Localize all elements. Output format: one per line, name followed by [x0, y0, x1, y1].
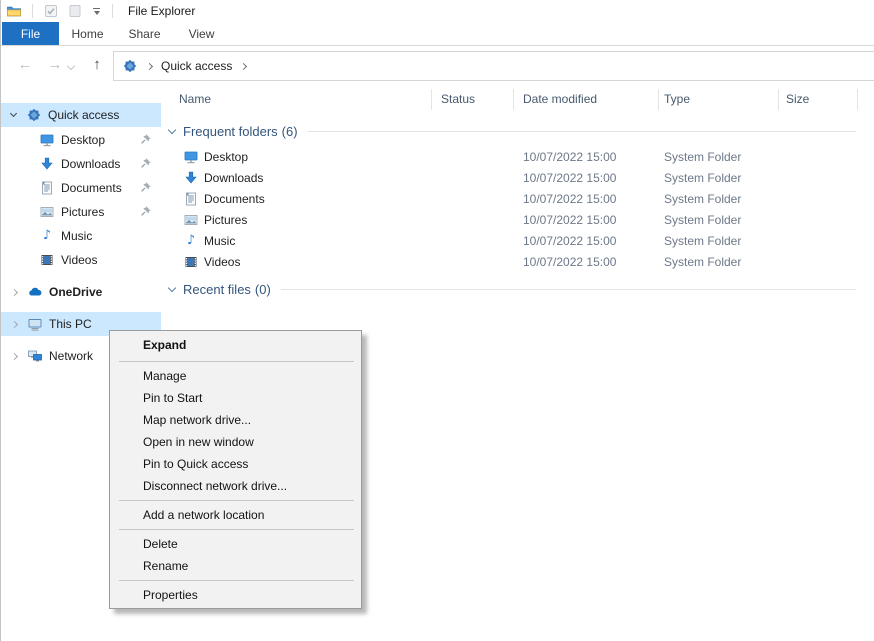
- sidebar-item-desktop[interactable]: Desktop: [1, 128, 161, 152]
- divider: [112, 4, 113, 18]
- file-row-videos[interactable]: Videos 10/07/2022 15:00 System Folder: [161, 252, 874, 273]
- documents-icon: [39, 180, 55, 196]
- menu-separator: [119, 361, 354, 362]
- pictures-icon: [183, 212, 199, 228]
- navigation-bar: ← → ↑ Quick access: [1, 47, 874, 84]
- collapse-chevron-icon[interactable]: [168, 283, 176, 291]
- sidebar-item-videos[interactable]: Videos: [1, 248, 161, 272]
- back-icon[interactable]: ←: [13, 51, 37, 79]
- column-header-size[interactable]: Size: [786, 92, 809, 106]
- sidebar-item-onedrive[interactable]: OneDrive: [1, 280, 161, 304]
- chevron-down-icon[interactable]: [10, 110, 17, 117]
- new-folder-qat-icon[interactable]: [67, 3, 83, 19]
- forward-icon[interactable]: →: [43, 51, 67, 79]
- menu-item-add-a-network-location[interactable]: Add a network location: [110, 504, 361, 526]
- column-header-status[interactable]: Status: [441, 92, 475, 106]
- sidebar-item-downloads[interactable]: Downloads: [1, 152, 161, 176]
- group-rule: [308, 131, 856, 132]
- breadcrumb-chevron-icon[interactable]: [240, 62, 247, 69]
- menu-item-delete[interactable]: Delete: [110, 533, 361, 555]
- pin-icon: [139, 204, 153, 218]
- menu-item-map-network-drive[interactable]: Map network drive...: [110, 409, 361, 431]
- onedrive-icon: [27, 284, 43, 300]
- divider: [32, 4, 33, 18]
- ribbon-tab-row: File Home Share View: [1, 22, 874, 46]
- desktop-icon: [39, 132, 55, 148]
- menu-item-open-in-new-window[interactable]: Open in new window: [110, 431, 361, 453]
- up-icon[interactable]: ↑: [85, 51, 109, 79]
- quick-access-star-icon: [122, 58, 138, 74]
- column-divider[interactable]: [857, 89, 858, 110]
- menu-separator: [119, 500, 354, 501]
- menu-item-properties[interactable]: Properties: [110, 584, 361, 606]
- title-bar: File Explorer: [1, 0, 874, 22]
- column-header-date-modified[interactable]: Date modified: [523, 92, 597, 106]
- menu-separator: [119, 580, 354, 581]
- file-row-desktop[interactable]: Desktop 10/07/2022 15:00 System Folder: [161, 147, 874, 168]
- menu-item-pin-to-quick-access[interactable]: Pin to Quick access: [110, 453, 361, 475]
- music-icon: ♪: [183, 233, 199, 249]
- menu-item-disconnect-network-drive[interactable]: Disconnect network drive...: [110, 475, 361, 497]
- breadcrumb-quick-access[interactable]: Quick access: [161, 59, 232, 73]
- network-icon: [27, 348, 43, 364]
- menu-separator: [119, 529, 354, 530]
- sidebar-item-pictures[interactable]: Pictures: [1, 200, 161, 224]
- column-headers: Name Status Date modified Type Size: [161, 84, 874, 115]
- file-row-downloads[interactable]: Downloads 10/07/2022 15:00 System Folder: [161, 168, 874, 189]
- tab-view[interactable]: View: [173, 22, 230, 45]
- pin-icon: [139, 132, 153, 146]
- downloads-icon: [39, 156, 55, 172]
- context-menu: Expand Manage Pin to Start Map network d…: [109, 330, 362, 609]
- explorer-logo-icon: [6, 3, 22, 19]
- address-bar[interactable]: Quick access: [113, 51, 874, 81]
- pin-icon: [139, 156, 153, 170]
- breadcrumb-chevron-icon[interactable]: [146, 62, 153, 69]
- column-divider[interactable]: [431, 89, 432, 110]
- file-explorer-window: File Explorer File Home Share View ← → ↑…: [0, 0, 874, 641]
- window-title: File Explorer: [128, 4, 195, 18]
- pictures-icon: [39, 204, 55, 220]
- music-icon: ♪: [39, 228, 55, 244]
- properties-qat-icon[interactable]: [43, 3, 59, 19]
- file-row-pictures[interactable]: Pictures 10/07/2022 15:00 System Folder: [161, 210, 874, 231]
- customize-qat-chevron-icon[interactable]: [93, 8, 100, 15]
- group-header-frequent-folders[interactable]: Frequent folders (6): [161, 121, 874, 141]
- tab-file[interactable]: File: [2, 22, 59, 45]
- recent-locations-chevron-icon[interactable]: [67, 62, 75, 70]
- videos-icon: [183, 254, 199, 270]
- downloads-icon: [183, 170, 199, 186]
- collapse-chevron-icon[interactable]: [168, 125, 176, 133]
- menu-item-manage[interactable]: Manage: [110, 365, 361, 387]
- column-header-name[interactable]: Name: [179, 92, 211, 106]
- column-divider[interactable]: [778, 89, 779, 110]
- sidebar-item-documents[interactable]: Documents: [1, 176, 161, 200]
- column-header-type[interactable]: Type: [664, 92, 690, 106]
- tab-share[interactable]: Share: [116, 22, 173, 45]
- this-pc-icon: [27, 316, 43, 332]
- tab-home[interactable]: Home: [59, 22, 116, 45]
- file-row-documents[interactable]: Documents 10/07/2022 15:00 System Folder: [161, 189, 874, 210]
- documents-icon: [183, 191, 199, 207]
- menu-item-pin-to-start[interactable]: Pin to Start: [110, 387, 361, 409]
- menu-item-expand[interactable]: Expand: [110, 333, 361, 358]
- group-rule: [281, 289, 856, 290]
- desktop-icon: [183, 149, 199, 165]
- sidebar-item-music[interactable]: ♪ Music: [1, 224, 161, 248]
- menu-item-rename[interactable]: Rename: [110, 555, 361, 577]
- pin-icon: [139, 180, 153, 194]
- group-header-recent-files[interactable]: Recent files (0): [161, 279, 874, 299]
- file-row-music[interactable]: ♪ Music 10/07/2022 15:00 System Folder: [161, 231, 874, 252]
- chevron-right-icon[interactable]: [11, 352, 18, 359]
- chevron-right-icon[interactable]: [11, 320, 18, 327]
- quick-access-star-icon: [26, 107, 42, 123]
- chevron-right-icon[interactable]: [11, 288, 18, 295]
- videos-icon: [39, 252, 55, 268]
- column-divider[interactable]: [658, 89, 659, 110]
- column-divider[interactable]: [513, 89, 514, 110]
- sidebar-item-quick-access[interactable]: Quick access: [1, 103, 161, 127]
